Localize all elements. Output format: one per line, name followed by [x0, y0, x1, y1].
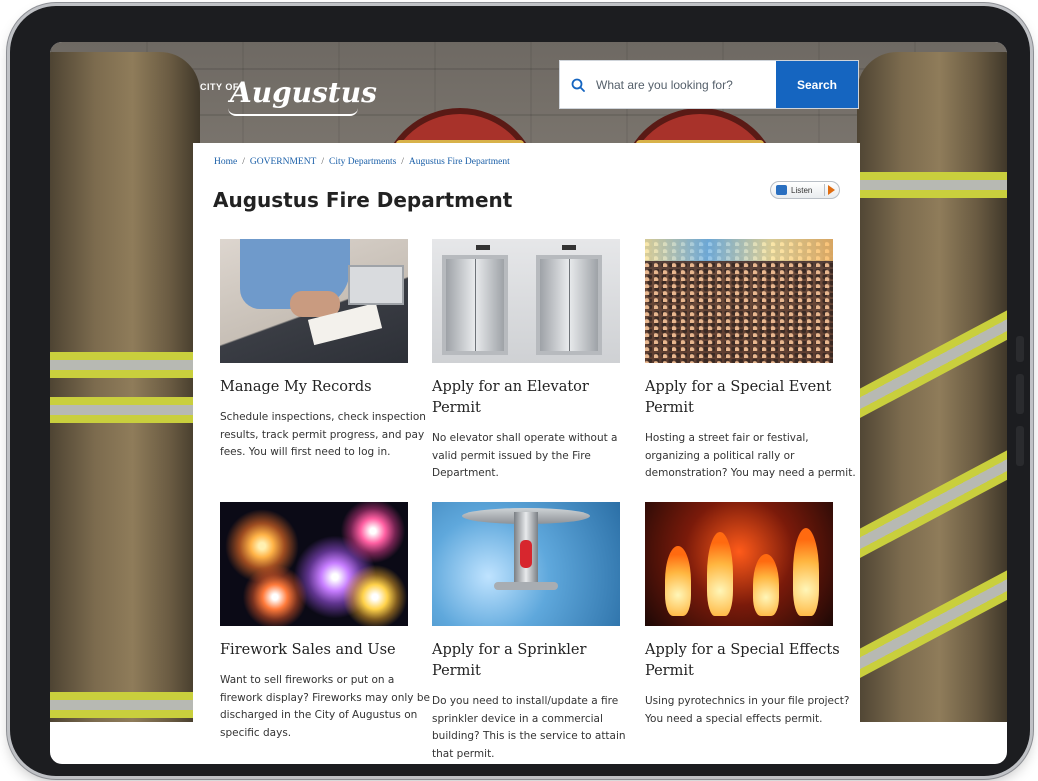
breadcrumb: Home / GOVERNMENT / City Departments / Augustu…	[214, 157, 510, 167]
card-special-event-permit[interactable]: Apply for a Special Event Permit Hosting…	[645, 239, 856, 483]
card-elevator-permit[interactable]: Apply for an Elevator Permit No elevator…	[432, 239, 620, 483]
search-button[interactable]: Search	[776, 61, 858, 108]
card-desc-line: Using pyrotechnics in your file project?	[645, 695, 850, 707]
card-desc-line: building? This is the service to attain	[432, 730, 626, 742]
card-desc-line: organizing a political rally or	[645, 449, 795, 462]
breadcrumb-separator: /	[321, 157, 324, 167]
listen-button[interactable]: Listen	[770, 181, 840, 199]
card-title-line: Permit	[432, 663, 481, 679]
breadcrumb-current[interactable]: Augustus Fire Department	[409, 157, 510, 167]
card-title-line: Apply for an Elevator	[432, 379, 589, 395]
card-desc-line: firework display? Fireworks may only be	[220, 691, 430, 704]
card-title-line: Manage My Records	[220, 379, 372, 395]
card-description: Using pyrotechnics in your file project?…	[645, 693, 850, 728]
card-desc-line: Hosting a street fair or festival,	[645, 432, 809, 444]
search-icon	[560, 61, 596, 108]
card-desc-line: Department.	[432, 467, 499, 479]
listen-label: Listen	[791, 185, 813, 195]
card-desc-line: valid permit issued by the Fire	[432, 449, 591, 462]
card-image	[645, 239, 833, 363]
card-special-effects-permit[interactable]: Apply for a Special Effects Permit Using…	[645, 502, 850, 728]
card-description: Want to sell fireworks or put on a firew…	[220, 672, 430, 742]
card-desc-line: Want to sell fireworks or put on a	[220, 674, 395, 686]
card-desc-line: Do you need to install/update a fire	[432, 695, 619, 707]
card-title-line: Firework Sales and Use	[220, 642, 396, 658]
card-image	[220, 502, 408, 626]
card-title-line: Permit	[432, 400, 481, 416]
search-bar: Search	[559, 60, 859, 109]
card-description: Schedule inspections, check inspection r…	[220, 409, 426, 462]
speaker-icon	[776, 185, 787, 195]
card-desc-line: You need a special effects permit.	[645, 712, 823, 725]
breadcrumb-separator: /	[401, 157, 404, 167]
card-desc-line: results, track permit progress, and pay	[220, 428, 425, 441]
breadcrumb-government[interactable]: GOVERNMENT	[250, 157, 317, 167]
card-image	[432, 239, 620, 363]
card-title[interactable]: Firework Sales and Use	[220, 640, 408, 661]
logo-script-text: Augustus	[230, 76, 377, 109]
card-title[interactable]: Apply for a Sprinkler Permit	[432, 640, 620, 682]
card-desc-line: No elevator shall operate without a	[432, 432, 618, 444]
card-image	[432, 502, 620, 626]
card-description: No elevator shall operate without a vali…	[432, 430, 620, 483]
content-panel: Home / GOVERNMENT / City Departments / Augustu…	[193, 143, 860, 764]
breadcrumb-city-departments[interactable]: City Departments	[329, 157, 396, 167]
tablet-volume-button	[1016, 426, 1024, 466]
card-desc-line: Schedule inspections, check inspection	[220, 411, 426, 423]
card-desc-line: discharged in the City of Augustus on	[220, 709, 418, 721]
card-title-line: Apply for a Special Event	[645, 379, 832, 395]
card-desc-line: demonstration? You may need a permit.	[645, 467, 856, 479]
card-title[interactable]: Apply for a Special Event Permit	[645, 377, 833, 419]
card-title-line: Apply for a Special Effects	[645, 642, 840, 658]
card-title[interactable]: Apply for a Special Effects Permit	[645, 640, 840, 682]
card-firework-sales[interactable]: Firework Sales and Use Want to sell fire…	[220, 502, 430, 742]
card-title[interactable]: Manage My Records	[220, 377, 408, 398]
card-image	[220, 239, 408, 363]
tablet-frame: CITY OF Augustus Search Home/GOVERNMENT/…	[10, 6, 1030, 776]
card-title-line: Permit	[645, 663, 694, 679]
breadcrumb-separator: /	[242, 157, 245, 167]
card-description: Do you need to install/update a fire spr…	[432, 693, 626, 763]
tablet-side-button	[1016, 336, 1024, 362]
card-sprinkler-permit[interactable]: Apply for a Sprinkler Permit Do you need…	[432, 502, 626, 763]
decorative-jacket	[833, 52, 1007, 722]
card-title[interactable]: Apply for an Elevator Permit	[432, 377, 620, 419]
decorative-jacket	[50, 52, 200, 722]
card-description: Hosting a street fair or festival, organ…	[645, 430, 856, 483]
card-image	[645, 502, 833, 626]
card-title-line: Permit	[645, 400, 694, 416]
screen: CITY OF Augustus Search Home/GOVERNMENT/…	[50, 42, 1007, 764]
search-input[interactable]	[596, 61, 776, 108]
card-title-line: Apply for a Sprinkler	[432, 642, 587, 658]
breadcrumb-home[interactable]: Home	[214, 157, 237, 167]
card-desc-line: that permit.	[432, 747, 495, 760]
tablet-volume-button	[1016, 374, 1024, 414]
play-icon	[828, 185, 835, 195]
card-manage-records[interactable]: Manage My Records Schedule inspections, …	[220, 239, 426, 462]
logo-swoosh	[228, 108, 358, 116]
card-desc-line: sprinkler device in a commercial	[432, 712, 603, 725]
page-title: Augustus Fire Department	[213, 188, 513, 212]
card-desc-line: fees. You will first need to log in.	[220, 446, 391, 458]
card-desc-line: specific days.	[220, 726, 292, 739]
